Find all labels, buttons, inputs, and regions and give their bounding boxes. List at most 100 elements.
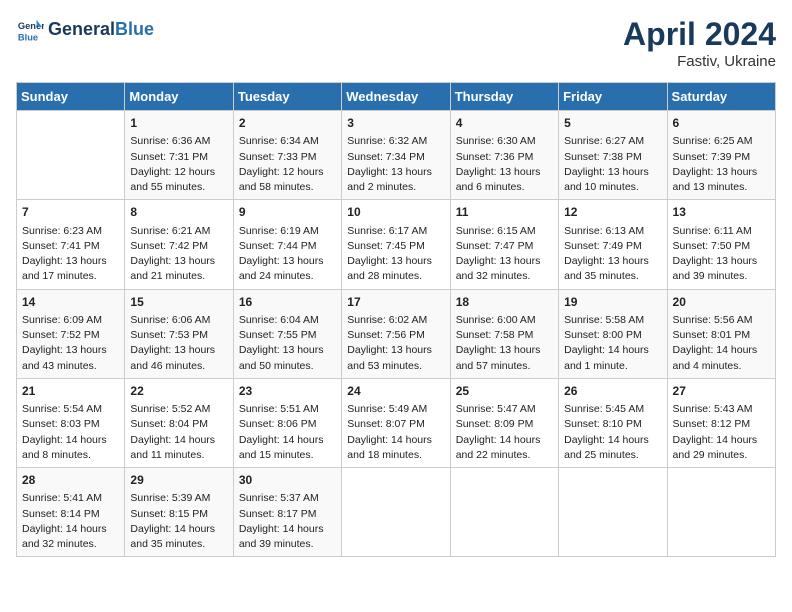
day-number: 21 (22, 383, 119, 400)
day-cell (450, 468, 558, 557)
day-cell: 17 Sunrise: 6:02 AMSunset: 7:56 PMDayligh… (342, 289, 450, 378)
day-cell: 25Sunrise: 5:47 AMSunset: 8:09 PMDayligh… (450, 378, 558, 467)
day-number: 7 (22, 204, 119, 221)
day-info: Sunrise: 5:37 AMSunset: 8:17 PMDaylight:… (239, 491, 336, 552)
day-cell (559, 468, 667, 557)
logo-icon: General Blue (16, 16, 44, 44)
day-cell (667, 468, 775, 557)
day-number: 27 (673, 383, 770, 400)
day-number: 26 (564, 383, 661, 400)
day-cell (342, 468, 450, 557)
day-info: Sunrise: 5:54 AMSunset: 8:03 PMDaylight:… (22, 402, 119, 463)
day-info: Sunrise: 6:23 AMSunset: 7:41 PMDaylight:… (22, 224, 119, 285)
col-header-friday: Friday (559, 83, 667, 111)
day-info: Sunrise: 5:52 AMSunset: 8:04 PMDaylight:… (130, 402, 227, 463)
day-number: 22 (130, 383, 227, 400)
col-header-wednesday: Wednesday (342, 83, 450, 111)
day-number: 11 (456, 204, 553, 221)
day-cell: 1 Sunrise: 6:36 AMSunset: 7:31 PMDaylight… (125, 111, 233, 200)
day-cell: 15 Sunrise: 6:06 AMSunset: 7:53 PMDayligh… (125, 289, 233, 378)
day-info: Sunrise: 6:30 AMSunset: 7:36 PMDaylight:… (456, 134, 553, 195)
day-info: Sunrise: 6:15 AMSunset: 7:47 PMDaylight:… (456, 224, 553, 285)
day-number: 1 (130, 115, 227, 132)
day-number: 23 (239, 383, 336, 400)
day-cell: 26 Sunrise: 5:45 AMSunset: 8:10 PMDayligh… (559, 378, 667, 467)
day-cell: 13Sunrise: 6:11 AMSunset: 7:50 PMDayligh… (667, 200, 775, 289)
day-info: Sunrise: 6:21 AMSunset: 7:42 PMDaylight:… (130, 224, 227, 285)
day-cell: 22 Sunrise: 5:52 AMSunset: 8:04 PMDayligh… (125, 378, 233, 467)
week-row-1: 1 Sunrise: 6:36 AMSunset: 7:31 PMDaylight… (17, 111, 776, 200)
day-cell: 9Sunrise: 6:19 AMSunset: 7:44 PMDaylight… (233, 200, 341, 289)
day-cell: 16 Sunrise: 6:04 AMSunset: 7:55 PMDayligh… (233, 289, 341, 378)
day-cell: 3 Sunrise: 6:32 AMSunset: 7:34 PMDaylight… (342, 111, 450, 200)
day-number: 10 (347, 204, 444, 221)
day-cell: 14 Sunrise: 6:09 AMSunset: 7:52 PMDayligh… (17, 289, 125, 378)
day-number: 30 (239, 472, 336, 489)
day-info: Sunrise: 6:13 AMSunset: 7:49 PMDaylight:… (564, 224, 661, 285)
day-cell: 12Sunrise: 6:13 AMSunset: 7:49 PMDayligh… (559, 200, 667, 289)
week-row-5: 28Sunrise: 5:41 AMSunset: 8:14 PMDayligh… (17, 468, 776, 557)
day-number: 16 (239, 294, 336, 311)
week-row-3: 14 Sunrise: 6:09 AMSunset: 7:52 PMDayligh… (17, 289, 776, 378)
day-number: 6 (673, 115, 770, 132)
day-number: 8 (130, 204, 227, 221)
day-info: Sunrise: 6:09 AMSunset: 7:52 PMDaylight:… (22, 313, 119, 374)
day-info: Sunrise: 5:49 AMSunset: 8:07 PMDaylight:… (347, 402, 444, 463)
day-cell: 30 Sunrise: 5:37 AMSunset: 8:17 PMDayligh… (233, 468, 341, 557)
day-number: 3 (347, 115, 444, 132)
day-cell: 5Sunrise: 6:27 AMSunset: 7:38 PMDaylight… (559, 111, 667, 200)
page-header: General Blue GeneralBlue April 2024 Fast… (16, 16, 776, 70)
col-header-sunday: Sunday (17, 83, 125, 111)
day-info: Sunrise: 6:02 AMSunset: 7:56 PMDaylight:… (347, 313, 444, 374)
day-info: Sunrise: 6:04 AMSunset: 7:55 PMDaylight:… (239, 313, 336, 374)
month-title: April 2024 (623, 16, 776, 53)
day-number: 19 (564, 294, 661, 311)
col-header-monday: Monday (125, 83, 233, 111)
day-cell: 28Sunrise: 5:41 AMSunset: 8:14 PMDayligh… (17, 468, 125, 557)
week-row-4: 21 Sunrise: 5:54 AMSunset: 8:03 PMDayligh… (17, 378, 776, 467)
day-cell: 24 Sunrise: 5:49 AMSunset: 8:07 PMDayligh… (342, 378, 450, 467)
day-info: Sunrise: 6:11 AMSunset: 7:50 PMDaylight:… (673, 224, 770, 285)
day-number: 29 (130, 472, 227, 489)
day-cell: 2 Sunrise: 6:34 AMSunset: 7:33 PMDaylight… (233, 111, 341, 200)
day-cell: 18 Sunrise: 6:00 AMSunset: 7:58 PMDayligh… (450, 289, 558, 378)
day-info: Sunrise: 5:47 AMSunset: 8:09 PMDaylight:… (456, 402, 553, 463)
col-header-saturday: Saturday (667, 83, 775, 111)
day-info: Sunrise: 6:34 AMSunset: 7:33 PMDaylight:… (239, 134, 336, 195)
day-cell: 20 Sunrise: 5:56 AMSunset: 8:01 PMDayligh… (667, 289, 775, 378)
day-info: Sunrise: 6:17 AMSunset: 7:45 PMDaylight:… (347, 224, 444, 285)
day-cell: 23Sunrise: 5:51 AMSunset: 8:06 PMDayligh… (233, 378, 341, 467)
day-number: 20 (673, 294, 770, 311)
location-subtitle: Fastiv, Ukraine (623, 53, 776, 70)
day-number: 15 (130, 294, 227, 311)
week-row-2: 7 Sunrise: 6:23 AMSunset: 7:41 PMDaylight… (17, 200, 776, 289)
day-info: Sunrise: 6:27 AMSunset: 7:38 PMDaylight:… (564, 134, 661, 195)
day-info: Sunrise: 5:45 AMSunset: 8:10 PMDaylight:… (564, 402, 661, 463)
col-header-tuesday: Tuesday (233, 83, 341, 111)
logo-text: GeneralBlue (48, 20, 154, 40)
day-info: Sunrise: 6:32 AMSunset: 7:34 PMDaylight:… (347, 134, 444, 195)
day-info: Sunrise: 5:58 AMSunset: 8:00 PMDaylight:… (564, 313, 661, 374)
day-info: Sunrise: 5:41 AMSunset: 8:14 PMDaylight:… (22, 491, 119, 552)
svg-text:Blue: Blue (18, 32, 38, 42)
day-info: Sunrise: 6:25 AMSunset: 7:39 PMDaylight:… (673, 134, 770, 195)
day-cell: 19 Sunrise: 5:58 AMSunset: 8:00 PMDayligh… (559, 289, 667, 378)
day-info: Sunrise: 5:39 AMSunset: 8:15 PMDaylight:… (130, 491, 227, 552)
day-info: Sunrise: 5:43 AMSunset: 8:12 PMDaylight:… (673, 402, 770, 463)
day-cell: 6 Sunrise: 6:25 AMSunset: 7:39 PMDaylight… (667, 111, 775, 200)
day-number: 2 (239, 115, 336, 132)
day-info: Sunrise: 6:06 AMSunset: 7:53 PMDaylight:… (130, 313, 227, 374)
day-cell: 27 Sunrise: 5:43 AMSunset: 8:12 PMDayligh… (667, 378, 775, 467)
day-cell: 29 Sunrise: 5:39 AMSunset: 8:15 PMDayligh… (125, 468, 233, 557)
day-info: Sunrise: 6:36 AMSunset: 7:31 PMDaylight:… (130, 134, 227, 195)
day-number: 14 (22, 294, 119, 311)
day-cell: 4 Sunrise: 6:30 AMSunset: 7:36 PMDaylight… (450, 111, 558, 200)
day-number: 18 (456, 294, 553, 311)
day-number: 17 (347, 294, 444, 311)
day-cell: 21 Sunrise: 5:54 AMSunset: 8:03 PMDayligh… (17, 378, 125, 467)
day-info: Sunrise: 5:56 AMSunset: 8:01 PMDaylight:… (673, 313, 770, 374)
day-info: Sunrise: 6:00 AMSunset: 7:58 PMDaylight:… (456, 313, 553, 374)
col-header-thursday: Thursday (450, 83, 558, 111)
day-number: 4 (456, 115, 553, 132)
day-number: 24 (347, 383, 444, 400)
